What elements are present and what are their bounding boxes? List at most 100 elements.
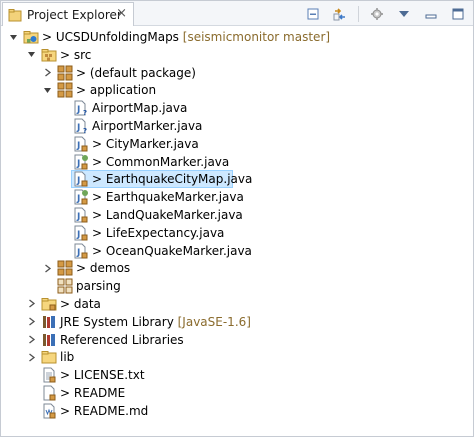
java-file-icon: J bbox=[74, 243, 88, 259]
tree-item-java-file[interactable]: J > CommonMarker.java bbox=[1, 153, 473, 171]
svg-text:J: J bbox=[76, 248, 80, 258]
package-icon bbox=[57, 82, 73, 98]
text-file-icon bbox=[43, 367, 56, 383]
tree-item-data-folder[interactable]: > data bbox=[1, 295, 473, 313]
tree-item-readme-file[interactable]: > README bbox=[1, 384, 473, 402]
markdown-file-icon bbox=[43, 403, 56, 419]
tree-item-label: > README bbox=[60, 385, 126, 400]
svg-text:J: J bbox=[76, 212, 80, 222]
file-icon bbox=[43, 385, 56, 401]
java-file-icon: J bbox=[74, 225, 88, 241]
collapsed-arrow-icon[interactable] bbox=[41, 66, 53, 80]
tree-item-label: > EarthquakeCityMap.java bbox=[92, 172, 253, 187]
view-toolbar bbox=[304, 4, 467, 24]
svg-text:?: ? bbox=[83, 127, 87, 134]
tree-item-label: > LICENSE.txt bbox=[60, 368, 145, 383]
maximize-icon[interactable] bbox=[449, 5, 467, 23]
tree-item-jre-library[interactable]: JRE System Library [JavaSE-1.6] bbox=[1, 313, 473, 331]
jre-version-decoration: [JavaSE-1.6] bbox=[177, 314, 251, 329]
tree-item-label: > README.md bbox=[60, 403, 149, 418]
tree-item-label: JRE System Library [JavaSE-1.6] bbox=[60, 314, 251, 329]
svg-text:J: J bbox=[76, 230, 80, 240]
collapsed-arrow-icon[interactable] bbox=[41, 261, 53, 275]
folder-icon bbox=[41, 351, 57, 364]
tree-item-java-file[interactable]: J > CityMarker.java bbox=[1, 135, 473, 153]
tree-item-license-file[interactable]: > LICENSE.txt bbox=[1, 366, 473, 384]
expanded-arrow-icon[interactable] bbox=[25, 48, 37, 62]
svg-text:?: ? bbox=[83, 109, 87, 116]
svg-text:J: J bbox=[76, 176, 80, 186]
collapsed-arrow-icon[interactable] bbox=[25, 315, 37, 329]
collapse-all-icon[interactable] bbox=[304, 5, 322, 23]
tree-item-java-file[interactable]: J > LifeExpectancy.java bbox=[1, 224, 473, 242]
tree-item-java-file[interactable]: J > LandQuakeMarker.java bbox=[1, 206, 473, 224]
java-project-icon bbox=[23, 31, 39, 44]
tree-item-parsing-package[interactable]: parsing bbox=[1, 277, 473, 295]
svg-text:J: J bbox=[76, 159, 80, 169]
java-file-abstract-icon: J bbox=[74, 189, 88, 205]
tree-item-label: > UCSDUnfoldingMaps [seismicmonitor mast… bbox=[42, 30, 331, 44]
tree-item-demos-package[interactable]: > demos bbox=[1, 259, 473, 277]
svg-text:J: J bbox=[76, 141, 80, 151]
java-file-question-icon: J? bbox=[74, 100, 87, 116]
java-file-icon: J bbox=[74, 171, 88, 187]
git-branch-decoration: [seismicmonitor master] bbox=[182, 30, 331, 44]
svg-text:J: J bbox=[76, 123, 80, 133]
tree-item-label: > (default package) bbox=[76, 65, 196, 80]
tree-item-project[interactable]: > UCSDUnfoldingMaps [seismicmonitor mast… bbox=[1, 28, 473, 46]
collapsed-arrow-icon[interactable] bbox=[25, 333, 37, 347]
close-icon[interactable]: × bbox=[116, 7, 127, 21]
tree-item-label: parsing bbox=[76, 279, 121, 294]
tree-item-label: lib bbox=[60, 350, 75, 365]
folder-icon bbox=[41, 297, 57, 311]
svg-text:J: J bbox=[76, 105, 80, 115]
link-with-editor-icon[interactable] bbox=[331, 5, 349, 23]
tree-item-label: AirportMarker.java bbox=[92, 118, 203, 133]
tree-item-label: > data bbox=[60, 296, 101, 311]
tree-item-label: > src bbox=[60, 47, 92, 62]
tab-project-explorer[interactable]: Project Explorer × bbox=[2, 2, 134, 26]
empty-package-icon bbox=[57, 278, 73, 294]
tree-item-src[interactable]: > src bbox=[1, 46, 473, 64]
project-tree: > UCSDUnfoldingMaps [seismicmonitor mast… bbox=[1, 27, 473, 419]
library-icon bbox=[43, 333, 55, 346]
tree-item-referenced-libraries[interactable]: Referenced Libraries bbox=[1, 331, 473, 349]
expanded-arrow-icon[interactable] bbox=[7, 30, 19, 44]
tree-item-label: AirportMap.java bbox=[92, 101, 188, 116]
tree-item-label: Referenced Libraries bbox=[60, 332, 184, 347]
filters-icon[interactable] bbox=[368, 5, 386, 23]
tree-item-default-package[interactable]: > (default package) bbox=[1, 64, 473, 82]
project-explorer-icon bbox=[8, 8, 22, 21]
tree-item-application-package[interactable]: > application bbox=[1, 81, 473, 99]
tree-item-java-file[interactable]: J? AirportMarker.java bbox=[1, 117, 473, 135]
source-folder-icon bbox=[41, 48, 57, 62]
tree-item-label: > application bbox=[76, 83, 157, 98]
tree-item-lib-folder[interactable]: lib bbox=[1, 348, 473, 366]
collapsed-arrow-icon[interactable] bbox=[25, 350, 37, 364]
expanded-arrow-icon[interactable] bbox=[41, 83, 53, 97]
tab-title: Project Explorer bbox=[27, 7, 122, 22]
java-file-icon: J bbox=[74, 207, 88, 223]
java-file-question-icon: J? bbox=[74, 118, 87, 134]
project-explorer-view: Project Explorer × > UCSDUnfoldingMaps [… bbox=[0, 0, 474, 437]
minimize-icon[interactable] bbox=[422, 5, 440, 23]
tree-item-label: > LandQuakeMarker.java bbox=[92, 207, 243, 222]
java-file-abstract-icon: J bbox=[74, 154, 88, 170]
tree-item-java-file[interactable]: J > EarthquakeMarker.java bbox=[1, 188, 473, 206]
svg-text:J: J bbox=[76, 194, 80, 204]
collapsed-arrow-icon[interactable] bbox=[25, 297, 37, 311]
tree-item-label: > CommonMarker.java bbox=[92, 154, 230, 169]
tree-item-label: > OceanQuakeMarker.java bbox=[92, 243, 252, 258]
view-menu-icon[interactable] bbox=[395, 5, 413, 23]
tree-item-java-file[interactable]: J? AirportMap.java bbox=[1, 99, 473, 117]
tree-item-java-file[interactable]: J > OceanQuakeMarker.java bbox=[1, 242, 473, 260]
library-icon bbox=[43, 315, 55, 328]
java-file-icon: J bbox=[74, 136, 88, 152]
view-title-bar: Project Explorer × bbox=[1, 1, 473, 26]
tree-item-label: > LifeExpectancy.java bbox=[92, 225, 225, 240]
tree-item-readme-md-file[interactable]: > README.md bbox=[1, 402, 473, 420]
package-icon bbox=[57, 65, 73, 81]
toolbar-separator bbox=[358, 6, 359, 22]
package-icon bbox=[57, 260, 73, 276]
tree-item-java-file[interactable]: J > EarthquakeCityMap.java bbox=[1, 170, 473, 189]
